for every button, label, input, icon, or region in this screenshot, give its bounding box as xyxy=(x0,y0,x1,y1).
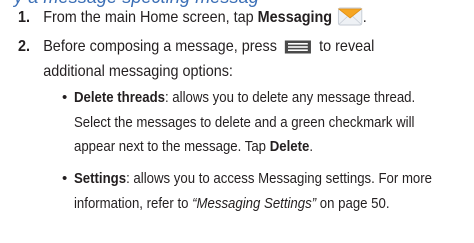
step-text: Before composing a message, press to rev… xyxy=(43,38,375,55)
bullet-term: Settings xyxy=(74,170,127,187)
step-text: From the main Home screen, tap Messaging… xyxy=(43,6,367,30)
envelope-icon xyxy=(337,6,363,26)
bullet-glyph: • xyxy=(62,170,68,187)
bullet-line: appear next to the message. Tap Delete. xyxy=(74,138,313,155)
bullet-line: information, refer to “Messaging Setting… xyxy=(74,194,390,212)
step-number: 1. xyxy=(18,9,31,26)
bullet-settings: Settings: allows you to access Messaging… xyxy=(74,170,433,187)
bullet-delete-threads: Delete threads: allows you to delete any… xyxy=(74,89,416,106)
messaging-label: Messaging xyxy=(257,9,333,26)
step-number: 2. xyxy=(18,38,31,55)
bullet-line: Select the messages to delete and a gree… xyxy=(74,113,415,131)
cross-reference-link[interactable]: “Messaging Settings” xyxy=(192,195,316,212)
step-text: additional messaging options: xyxy=(43,63,233,80)
bullet-term: Delete threads xyxy=(74,89,165,106)
delete-label: Delete xyxy=(269,138,310,155)
menu-key-icon xyxy=(284,38,312,54)
bullet-glyph: • xyxy=(62,89,68,106)
